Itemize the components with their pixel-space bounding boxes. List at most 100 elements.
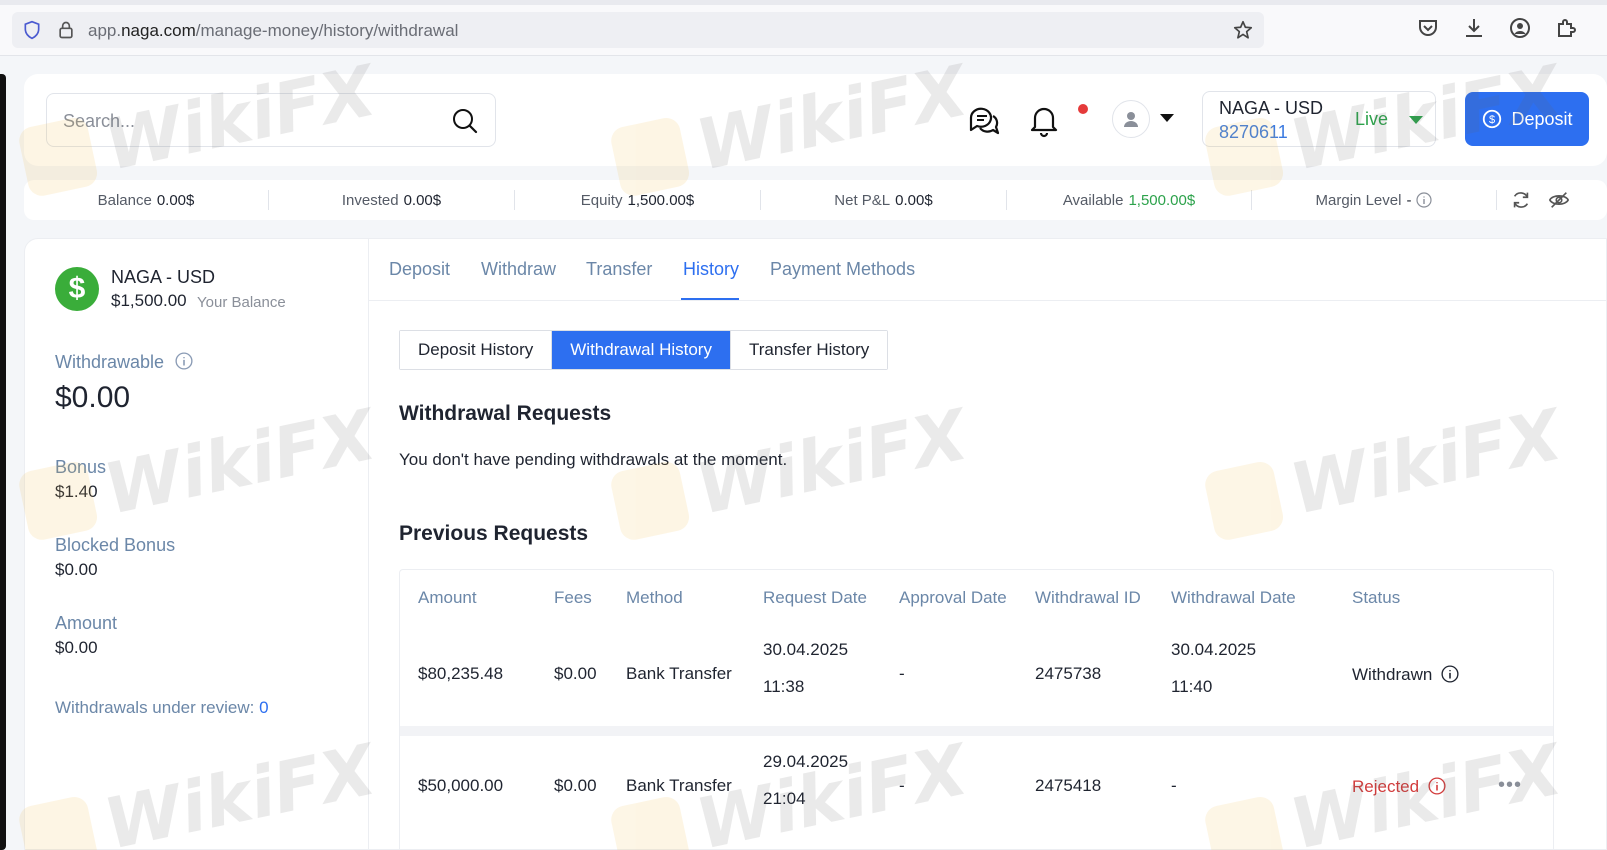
stat-available: Available 1,500.00$ — [1062, 191, 1196, 209]
manage-money-panel: $ NAGA - USD $1,500.00 Your Balance With… — [24, 238, 1607, 850]
tab-transfer[interactable]: Transfer — [586, 259, 652, 280]
lock-icon[interactable] — [56, 20, 76, 40]
bonus-value: $1.40 — [55, 482, 98, 501]
row1-request-time: 11:38 — [763, 677, 805, 696]
column-header: Request Date — [763, 588, 867, 607]
url-text[interactable]: app.naga.com/manage-money/history/withdr… — [88, 21, 458, 41]
blocked-bonus-value: $0.00 — [55, 560, 98, 579]
info-icon[interactable] — [1416, 192, 1433, 208]
row1-withdrawal-time: 11:40 — [1171, 677, 1213, 696]
window-edge — [0, 74, 6, 850]
amount-label: Amount — [55, 613, 118, 633]
browser-toolbar: app.naga.com/manage-money/history/withdr… — [0, 0, 1607, 56]
tab-payment-methods[interactable]: Payment Methods — [770, 259, 915, 280]
user-menu-button[interactable] — [1112, 100, 1184, 140]
amount-value: $0.00 — [55, 638, 98, 657]
withdrawable-value: $0.00 — [55, 381, 131, 414]
account-switcher[interactable]: NAGA - USD 8270611 Live — [1202, 91, 1436, 147]
svg-text:$: $ — [1489, 114, 1495, 126]
tab-strip — [0, 0, 1607, 5]
row1-method: Bank Transfer — [626, 664, 732, 683]
withdrawal-history-tab[interactable]: Withdrawal History — [552, 331, 731, 369]
stat-net-pnl: Net P&L 0.00$ — [834, 191, 933, 209]
extensions-icon[interactable] — [1554, 16, 1578, 40]
withdrawals-under-review: Withdrawals under review: 0 — [55, 698, 269, 717]
tab-history[interactable]: History — [683, 259, 739, 280]
deposit-button-label: Deposit — [1511, 108, 1573, 129]
account-summary-sidebar: $ NAGA - USD $1,500.00 Your Balance With… — [25, 239, 369, 850]
blocked-bonus-label: Blocked Bonus — [55, 535, 176, 555]
row2-fees: $0.00 — [554, 776, 597, 795]
stat-invested: Invested 0.00$ — [341, 191, 442, 209]
sidebar-balance-label: Your Balance — [197, 294, 286, 311]
refresh-icon[interactable] — [1510, 189, 1532, 211]
tab-deposit[interactable]: Deposit — [389, 259, 450, 280]
notification-bell-icon[interactable] — [1026, 102, 1062, 138]
active-tab-indicator — [681, 298, 739, 300]
row-more-menu-button[interactable]: ••• — [1498, 774, 1522, 797]
column-header: Method — [626, 588, 683, 607]
account-icon[interactable] — [1508, 16, 1532, 40]
history-content: Deposit Withdraw Transfer History Paymen… — [369, 239, 1607, 850]
deposit-icon: $ — [1483, 109, 1502, 129]
row-separator — [400, 726, 1553, 736]
row2-amount: $50,000.00 — [418, 776, 504, 795]
sidebar-account-name: NAGA - USD — [111, 267, 216, 287]
row2-status: Rejected — [1352, 777, 1446, 797]
bonus-label: Bonus — [55, 457, 107, 477]
chevron-down-icon[interactable] — [1160, 114, 1174, 122]
bookmark-star-icon[interactable] — [1232, 19, 1254, 41]
row2-withdrawal-id: 2475418 — [1035, 776, 1102, 795]
pocket-icon[interactable] — [1416, 16, 1440, 40]
row2-request-time: 21:04 — [763, 789, 806, 808]
row1-request-date: 30.04.2025 — [763, 640, 849, 659]
shield-icon[interactable] — [22, 20, 42, 40]
address-bar[interactable]: app.naga.com/manage-money/history/withdr… — [12, 12, 1264, 48]
previous-requests-title: Previous Requests — [399, 522, 589, 545]
row2-approval-date: - — [899, 776, 905, 795]
avatar[interactable] — [1112, 100, 1150, 138]
row2-method: Bank Transfer — [626, 776, 732, 795]
deposit-history-tab[interactable]: Deposit History — [400, 331, 553, 369]
user-icon — [1124, 112, 1138, 127]
column-header: Amount — [418, 588, 477, 607]
search-icon[interactable] — [451, 107, 479, 135]
column-header: Withdrawal ID — [1035, 588, 1141, 607]
download-icon[interactable] — [1462, 16, 1486, 40]
previous-requests-table: Amount Fees Method Request Date Approval… — [399, 569, 1554, 850]
info-icon[interactable] — [1441, 665, 1459, 683]
withdrawable-label: Withdrawable — [55, 352, 193, 373]
withdrawal-requests-title: Withdrawal Requests — [399, 402, 612, 425]
app-header: NAGA - USD 8270611 Live $ Deposit — [24, 74, 1607, 166]
column-header: Withdrawal Date — [1171, 588, 1296, 607]
account-mode[interactable]: Live — [1355, 109, 1388, 130]
info-icon[interactable] — [175, 352, 193, 370]
money-tabs: Deposit Withdraw Transfer History Paymen… — [369, 239, 1607, 301]
row1-status: Withdrawn — [1352, 665, 1459, 685]
search-box[interactable] — [46, 93, 496, 147]
account-id: 8270611 — [1219, 122, 1288, 142]
row1-approval-date: - — [899, 664, 905, 683]
deposit-button[interactable]: $ Deposit — [1465, 92, 1589, 146]
hide-values-icon[interactable] — [1548, 189, 1570, 211]
tab-withdraw[interactable]: Withdraw — [481, 259, 556, 280]
history-type-switch: Deposit History Withdrawal History Trans… — [399, 330, 889, 370]
dollar-coin-icon: $ — [55, 267, 99, 311]
search-input[interactable] — [63, 106, 423, 136]
stat-margin-level: Margin Level - — [1252, 180, 1496, 220]
row1-amount: $80,235.48 — [418, 664, 504, 683]
row1-withdrawal-date: 30.04.2025 — [1171, 640, 1257, 659]
transfer-history-tab[interactable]: Transfer History — [730, 331, 888, 369]
review-count[interactable]: 0 — [259, 698, 268, 717]
row2-withdrawal-date: - — [1171, 776, 1177, 795]
column-header: Status — [1352, 588, 1401, 607]
row1-withdrawal-id: 2475738 — [1035, 664, 1102, 683]
stat-balance: Balance 0.00$ — [97, 191, 195, 209]
chat-icon[interactable] — [966, 102, 1002, 138]
info-icon[interactable] — [1428, 777, 1446, 795]
chevron-down-icon[interactable] — [1409, 116, 1423, 124]
column-header: Fees — [554, 588, 592, 607]
empty-state-message: You don't have pending withdrawals at th… — [399, 450, 788, 469]
row2-request-date: 29.04.2025 — [763, 752, 849, 771]
notification-dot — [1078, 104, 1088, 114]
